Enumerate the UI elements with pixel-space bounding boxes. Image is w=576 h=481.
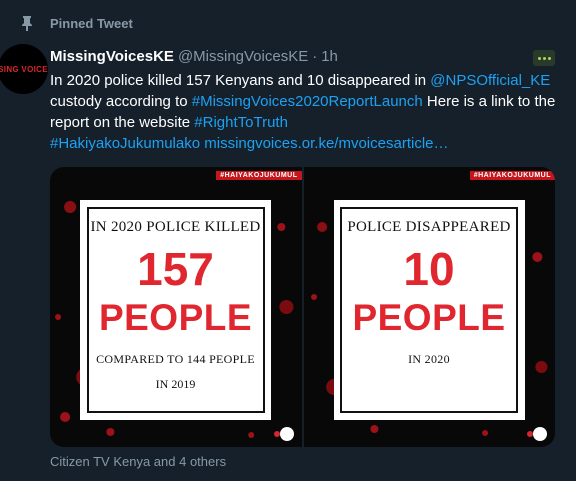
stat-word: PEOPLE [98,297,253,338]
avatar-text: SING VOICE [0,64,48,74]
stat-number: 10 [403,243,455,295]
hashtag-banner: #HAIYAKOJUKUMUL [216,171,302,180]
tweet-header: MissingVoicesKE @MissingVoicesKE · 1h [50,48,338,65]
mention-link[interactable]: @NPSOfficial_KE [430,72,550,89]
pinned-tweet-indicator: Pinned Tweet [20,14,133,32]
hashtag-link[interactable]: #MissingVoices2020ReportLaunch [192,93,423,110]
hashtag-link[interactable]: #HakiyakoJukumulako [50,135,200,152]
media-image-disappeared[interactable]: #HAIYAKOJUKUMUL POLICE DISAPPEARED 10 PE… [303,167,555,447]
more-dot-icon [537,56,541,60]
stat-subtext: COMPARED TO 144 PEOPLE [96,352,255,366]
stat-card: IN 2020 POLICE KILLED 157 PEOPLE COMPARE… [80,200,271,420]
stat-card: POLICE DISAPPEARED 10 PEOPLE IN 2020 [333,200,525,420]
stat-word: PEOPLE [352,297,506,338]
tweet-timestamp[interactable]: 1h [321,48,338,65]
media-image-killed[interactable]: #HAIYAKOJUKUMUL IN 2020 POLICE KILLED 15… [50,167,302,447]
author-display-name[interactable]: MissingVoicesKE [50,48,174,65]
pin-icon [20,14,34,32]
tweet-text-part: In 2020 police killed 157 Kenyans and 10… [50,72,431,89]
tweet-text: In 2020 police killed 157 Kenyans and 10… [50,70,560,154]
stat-subtext-2: IN 2019 [155,377,196,391]
logo-icon [533,427,547,441]
stat-heading: POLICE DISAPPEARED [347,219,511,235]
more-dot-icon [547,56,551,60]
logo-icon [279,427,294,441]
avatar[interactable]: SING VOICE [0,44,48,94]
stat-card-frame: IN 2020 POLICE KILLED 157 PEOPLE COMPARE… [86,207,265,413]
stat-number: 157 [137,243,214,295]
stat-subtext: IN 2020 [408,352,450,366]
hashtag-banner: #HAIYAKOJUKUMUL [469,171,555,180]
hashtag-link[interactable]: #RightToTruth [194,114,288,131]
more-dot-icon [542,56,546,60]
stat-card-frame: POLICE DISAPPEARED 10 PEOPLE IN 2020 [340,207,518,413]
pinned-label: Pinned Tweet [50,15,133,31]
tagged-users[interactable]: Citizen TV Kenya and 4 others [50,454,226,469]
author-handle[interactable]: @MissingVoicesKE [178,48,308,65]
header-separator: · [312,48,318,65]
stat-heading: IN 2020 POLICE KILLED [90,219,261,235]
tweet-text-part: custody according to [50,93,192,110]
media-grid: #HAIYAKOJUKUMUL IN 2020 POLICE KILLED 15… [50,167,555,447]
url-link[interactable]: missingvoices.or.ke/mvoicesarticle… [204,135,448,152]
more-options-button[interactable] [533,50,555,66]
